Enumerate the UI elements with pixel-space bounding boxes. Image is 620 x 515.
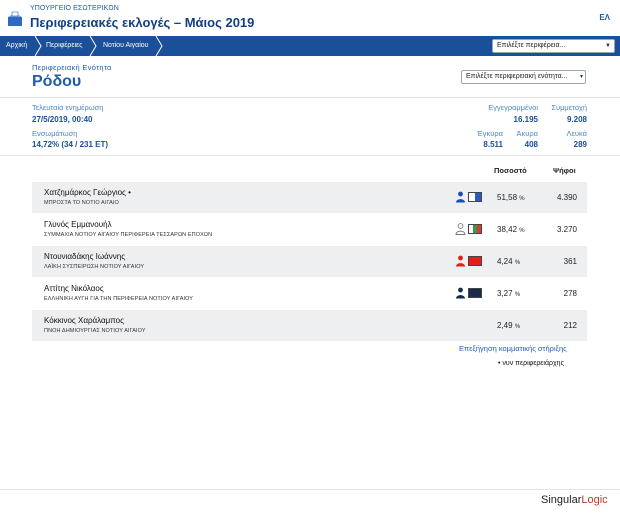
breadcrumb-regions[interactable]: Περιφέρειες [46,36,83,56]
blank-value: 289 [573,140,587,149]
column-header-votes: Ψήφοι [553,166,576,175]
candidate-party: ΜΠΡΟΣΤΑ ΤΟ ΝΟΤΙΟ ΑΙΓΑΙΟ [44,200,119,206]
candidate-name[interactable]: Κόκκινος Χαράλαμπος [44,316,124,325]
breadcrumb-region-current[interactable]: Νοτίου Αιγαίου [103,36,149,56]
person-icon [456,191,465,203]
invalid-value: 408 [524,140,538,149]
percent-unit: % [514,324,521,330]
candidate-votes: 361 [563,257,577,266]
site-header: ΥΠΟΥΡΓΕΙΟ ΕΣΩΤΕΡΙΚΩΝ Περιφερειακές εκλογ… [0,0,620,36]
candidate-percent: 3,27 % [497,289,547,298]
chevron-down-icon: ▼ [605,43,611,49]
person-icon [456,255,465,267]
candidate-party: ΛΑΪΚΗ ΣΥΣΠΕΙΡΩΣΗ ΝΟΤΙΟΥ ΑΙΓΑΙΟΥ [44,264,145,270]
person-outline-icon [455,223,466,235]
party-support-link[interactable]: Επεξήγηση κομματικής στήριξης [459,344,567,353]
party-color-swatch [468,224,482,234]
turnout-label: Συμμετοχή [551,103,587,112]
candidate-percent: 51,58 % [497,193,547,202]
candidate-votes: 278 [563,289,577,298]
percent-unit: % [514,292,521,298]
candidate-percent: 2,49 % [497,321,547,330]
breadcrumb-separator-icon [34,36,42,56]
brand-name-part1: Singular [541,494,582,506]
page-title[interactable]: Περιφερειακές εκλογές – Μάιος 2019 [30,15,254,30]
candidate-party: ΠΝΟΗ ΔΗΜΙΟΥΡΓΙΑΣ ΝΟΤΙΟΥ ΑΙΓΑΙΟΥ [44,328,146,334]
candidate-name[interactable]: Γλυνός Εμμανουήλ [44,220,112,229]
table-row: Κόκκινος Χαράλαμπος ΠΝΟΗ ΔΗΜΙΟΥΡΓΙΑΣ ΝΟΤΙ… [32,310,587,341]
footnote: • νυν περιφερειάρχης [498,360,564,367]
column-header-percent: Ποσοστό [494,166,527,175]
table-row: Χατζημάρκος Γεώργιος • ΜΠΡΟΣΤΑ ΤΟ ΝΟΤΙΟ Α… [32,182,587,213]
unit-select[interactable]: Επιλέξτε περιφερειακή ενότητα... ▾ [461,70,586,84]
divider [0,97,620,98]
valid-value: 8.511 [483,140,503,149]
region-select-value: Επιλέξτε περιφέρεια... [497,42,566,49]
last-update-label: Τελευταία ενημέρωση [32,103,104,112]
candidate-name[interactable]: Αττίτης Νικόλαος [44,284,104,293]
registered-label: Εγγεγραμμένοι [488,103,538,112]
table-row: Αττίτης Νικόλαος ΕΛΛΗΝΙΚΗ ΑΥΓΗ ΓΙΑ ΤΗΝ ΠΕ… [32,278,587,309]
percent-unit: % [519,196,525,202]
candidate-party: ΕΛΛΗΝΙΚΗ ΑΥΓΗ ΓΙΑ ΤΗΝ ΠΕΡΙΦΕΡΕΙΑ ΝΟΤΙΟΥ … [44,296,194,302]
invalid-label: Άκυρα [516,129,538,138]
percent-unit: % [514,260,521,266]
percent-value: 51,58 [497,193,518,202]
breadcrumb-separator-icon [89,36,97,56]
percent-unit: % [519,228,525,234]
unit-type-label: Περιφερειακή Ενότητα [32,63,112,72]
candidate-party: ΣΥΜΜΑΧΙΑ ΝΟΤΙΟΥ ΑΙΓΑΙΟΥ ΠΕΡΙΦΕΡΕΙΑ ΤΕΣΣΑ… [44,232,213,238]
candidate-votes: 4.390 [556,193,577,202]
chevron-updown-icon: ▾ [579,74,583,80]
party-color-swatch [468,288,482,298]
breadcrumb: Αρχική Περιφέρειες Νοτίου Αιγαίου Επιλέξ… [0,36,620,56]
percent-value: 3,27 [497,289,513,298]
person-icon [456,287,465,299]
breadcrumb-home[interactable]: Αρχική [6,36,27,56]
integration-label: Ενσωμάτωση [32,129,78,138]
divider [0,155,620,156]
ballot-box-icon [8,11,22,26]
candidate-percent: 4,24 % [497,257,547,266]
table-row: Γλυνός Εμμανουήλ ΣΥΜΜΑΧΙΑ ΝΟΤΙΟΥ ΑΙΓΑΙΟΥ … [32,214,587,245]
registered-value: 16.195 [513,115,538,124]
blank-label: Λευκά [566,129,587,138]
party-color-swatch [468,256,482,266]
brand-name-part2: Logic [581,494,608,506]
turnout-value: 9.208 [566,115,587,124]
integration-value: 14,72% (34 / 231 ΕΤ) [32,140,109,149]
candidate-name[interactable]: Ντουνιαδάκης Ιωάννης [44,252,125,261]
last-update-value: 27/5/2019, 00:40 [32,115,93,124]
unit-select-value: Επιλέξτε περιφερειακή ενότητα... [466,73,568,80]
table-row: Ντουνιαδάκης Ιωάννης ΛΑΪΚΗ ΣΥΣΠΕΙΡΩΣΗ ΝΟΤ… [32,246,587,277]
unit-name: Ρόδου [32,73,82,90]
footer-divider [0,489,620,490]
candidate-name[interactable]: Χατζημάρκος Γεώργιος • [44,188,131,197]
valid-label: Έγκυρα [476,129,503,138]
party-color-swatch [468,192,482,202]
candidate-percent: 38,42 % [497,225,547,234]
candidate-votes: 3.270 [556,225,577,234]
candidate-votes: 212 [563,321,577,330]
percent-value: 38,42 [497,225,518,234]
percent-value: 2,49 [497,321,513,330]
region-select[interactable]: Επιλέξτε περιφέρεια... ▼ [492,39,615,53]
breadcrumb-separator-icon [155,36,163,56]
ministry-name: ΥΠΟΥΡΓΕΙΟ ΕΣΩΤΕΡΙΚΩΝ [30,5,119,12]
language-switch[interactable]: ΕΛ [599,13,610,22]
brand-logo: SingularLogic [541,494,608,506]
percent-value: 4,24 [497,257,513,266]
